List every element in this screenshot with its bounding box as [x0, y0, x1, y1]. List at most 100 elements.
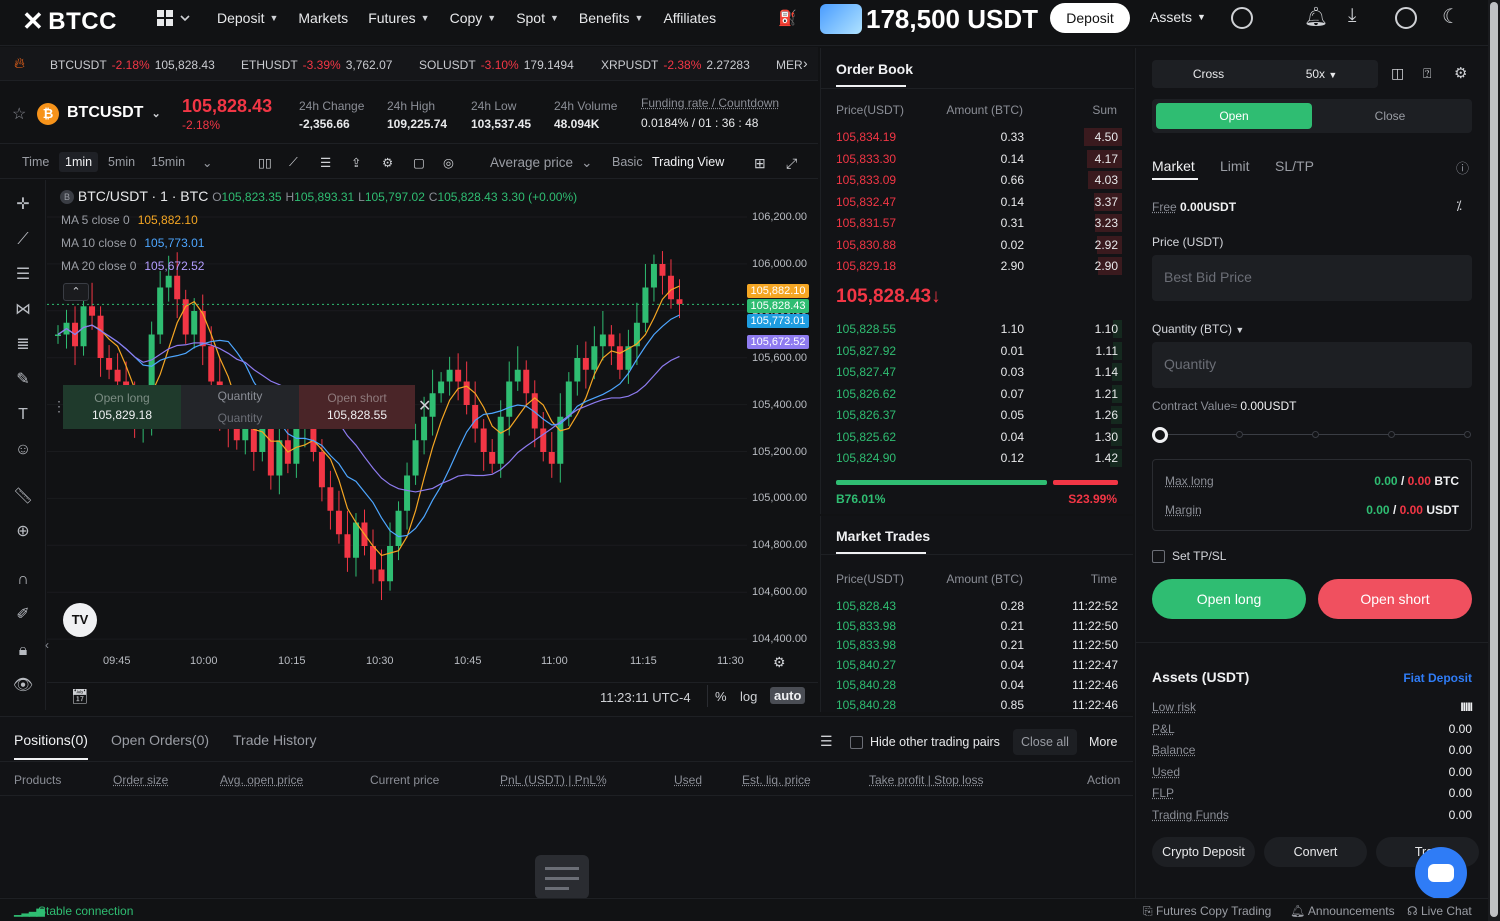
list-icon[interactable]: ☰	[320, 155, 331, 170]
footer-link-announcements[interactable]: 🔔︎ Announcements	[1290, 904, 1395, 918]
ticker-item[interactable]: ETHUSDT -3.39% 3,762.07	[241, 58, 392, 72]
globe-icon[interactable]	[1395, 7, 1417, 29]
transfer-icon[interactable]: ⁒	[1456, 198, 1462, 214]
settings-icon[interactable]: ⚙	[382, 155, 393, 170]
promo-banner[interactable]: 178,500 USDT	[820, 2, 1050, 36]
asset-button-1[interactable]: Convert	[1264, 837, 1367, 867]
order-tab-market[interactable]: Market	[1152, 158, 1195, 174]
bid-row[interactable]: 105,828.55 1.10 1.10	[821, 318, 1134, 339]
camera-icon[interactable]: ◎	[443, 155, 454, 170]
ask-row[interactable]: 105,829.18 2.90 2.90	[821, 255, 1134, 276]
hide-pairs-checkbox[interactable]	[850, 736, 863, 749]
order-tab-limit[interactable]: Limit	[1220, 158, 1250, 174]
bid-row[interactable]: 105,824.90 0.12 1.42	[821, 447, 1134, 468]
slider-step[interactable]	[1236, 431, 1243, 438]
lock-drawing-icon[interactable]: ✐	[12, 604, 34, 626]
moon-icon[interactable]: ☾	[1442, 4, 1460, 29]
slider-step[interactable]	[1312, 431, 1319, 438]
more-button[interactable]: More	[1089, 735, 1117, 749]
interval-15min[interactable]: 15min	[151, 155, 185, 169]
time-button[interactable]: Time	[22, 155, 49, 169]
nav-item-spot[interactable]: Spot ▼	[516, 0, 559, 36]
price-input[interactable]: Best Bid Price	[1152, 255, 1472, 301]
trendline-icon[interactable]: ⟋	[12, 229, 34, 251]
bid-row[interactable]: 105,825.62 0.04 1.30	[821, 426, 1134, 447]
nav-item-benefits[interactable]: Benefits ▼	[579, 0, 644, 36]
tab-positions[interactable]: Positions(0)	[14, 732, 88, 748]
collapse-toolbar-icon[interactable]: ‹	[45, 638, 49, 652]
ticker-item[interactable]: SOLUSDT -3.10% 179.1494	[419, 58, 574, 72]
interval-1min[interactable]: 1min	[59, 152, 99, 172]
candle-type-icon[interactable]: ▯▯	[258, 155, 272, 170]
ask-row[interactable]: 105,833.09 0.66 4.03	[821, 169, 1134, 190]
ruler-icon[interactable]: 📏︎	[12, 486, 34, 508]
date-range-icon[interactable]: 📅︎	[71, 688, 89, 705]
interval-dropdown-icon[interactable]: ⌄	[202, 155, 212, 170]
layout-icon[interactable]: ◫	[1391, 65, 1404, 82]
ticker-item[interactable]: XRPUSDT -2.38% 2.27283	[601, 58, 750, 72]
open-short-button[interactable]: Open short	[1318, 579, 1472, 619]
tradingview-logo[interactable]: TV	[63, 603, 97, 637]
symbol-selector[interactable]: BTCUSDT ⌄	[67, 104, 161, 122]
eye-icon[interactable]: 👁︎	[12, 675, 34, 697]
panel-settings-icon[interactable]: ⚙	[1454, 64, 1467, 82]
help-icon[interactable]: ⍰	[1423, 65, 1431, 82]
percent-toggle[interactable]: %	[715, 689, 727, 704]
basic-view-tab[interactable]: Basic	[612, 155, 643, 169]
apps-grid-icon[interactable]	[157, 10, 191, 31]
bid-row[interactable]: 105,827.92 0.01 1.11	[821, 340, 1134, 361]
asset-button-0[interactable]: Crypto Deposit	[1152, 837, 1255, 867]
ask-row[interactable]: 105,833.30 0.14 4.17	[821, 148, 1134, 169]
nav-item-markets[interactable]: Markets	[298, 0, 348, 36]
ticker-item[interactable]: BTCUSDT -2.18% 105,828.43	[50, 58, 215, 72]
indicator-icon[interactable]: ⟋	[289, 155, 298, 170]
tab-open-orders[interactable]: Open Orders(0)	[111, 732, 209, 748]
chart-open-short-button[interactable]: Open short 105,828.55	[299, 385, 415, 429]
ask-row[interactable]: 105,831.57 0.31 3.23	[821, 212, 1134, 233]
price-type-select[interactable]: Average price ⌄	[490, 155, 592, 171]
chart-quantity-input[interactable]: Quantity Quantity	[181, 385, 299, 429]
nav-item-copy[interactable]: Copy ▼	[450, 0, 497, 36]
share-icon[interactable]: ⇪	[351, 155, 361, 170]
fib-icon[interactable]: ≣	[12, 334, 34, 356]
text-icon[interactable]: T	[12, 404, 34, 426]
interval-5min[interactable]: 5min	[108, 155, 135, 169]
auto-toggle[interactable]: auto	[770, 687, 806, 704]
brush-icon[interactable]: ✎	[12, 369, 34, 391]
collapse-legend-icon[interactable]: ⌃	[63, 283, 89, 301]
lock-icon[interactable]: 🔒︎	[12, 640, 34, 662]
tradingview-tab[interactable]: Trading View	[652, 155, 724, 169]
ask-row[interactable]: 105,830.88 0.02 2.92	[821, 234, 1134, 255]
quantity-label[interactable]: Quantity (BTC) ▼	[1152, 322, 1244, 336]
open-long-button[interactable]: Open long	[1152, 579, 1306, 619]
stat-4[interactable]: Funding rate / Countdown 0.0184% / 01 : 3…	[641, 96, 779, 130]
slider-step[interactable]	[1388, 431, 1395, 438]
zoom-in-icon[interactable]: ⊕	[12, 521, 34, 543]
footer-link-copy-trading[interactable]: ⎘ Futures Copy Trading	[1143, 904, 1271, 919]
nav-item-deposit[interactable]: Deposit ▼	[217, 0, 278, 36]
tab-trade-history[interactable]: Trade History	[233, 732, 317, 748]
leverage-select[interactable]: 50x ▼	[1265, 67, 1378, 81]
info-icon[interactable]: ⓘ	[1456, 158, 1469, 177]
scrollbar-thumb[interactable]	[1490, 2, 1498, 917]
deposit-button[interactable]: Deposit	[1050, 3, 1130, 33]
chart-open-long-button[interactable]: Open long 105,829.18	[63, 385, 181, 429]
slider-handle[interactable]	[1152, 427, 1168, 443]
layout-grid-icon[interactable]: ⊞	[754, 155, 766, 172]
pattern-icon[interactable]: ⋈	[12, 299, 34, 321]
nav-item-affiliates[interactable]: Affiliates	[663, 0, 716, 36]
horizontal-lines-icon[interactable]: ☰	[12, 264, 34, 286]
page-scrollbar[interactable]	[1488, 0, 1500, 921]
fullscreen-box-icon[interactable]: ▢	[413, 155, 425, 170]
live-chat-bubble[interactable]	[1415, 847, 1467, 899]
order-tab-sltp[interactable]: SL/TP	[1275, 158, 1314, 174]
footer-link-live-chat[interactable]: ☊ Live Chat	[1407, 904, 1472, 918]
ask-row[interactable]: 105,832.47 0.14 3.37	[821, 191, 1134, 212]
close-icon[interactable]: ✕	[418, 396, 431, 416]
rocket-icon[interactable]: ⛽	[778, 9, 797, 27]
open-tab[interactable]: Open	[1156, 103, 1312, 129]
margin-mode[interactable]: Cross	[1152, 67, 1265, 81]
chart-settings-icon[interactable]: ⚙	[773, 654, 786, 671]
ask-row[interactable]: 105,834.19 0.33 4.50	[821, 126, 1134, 147]
tpsl-checkbox[interactable]	[1152, 550, 1165, 563]
